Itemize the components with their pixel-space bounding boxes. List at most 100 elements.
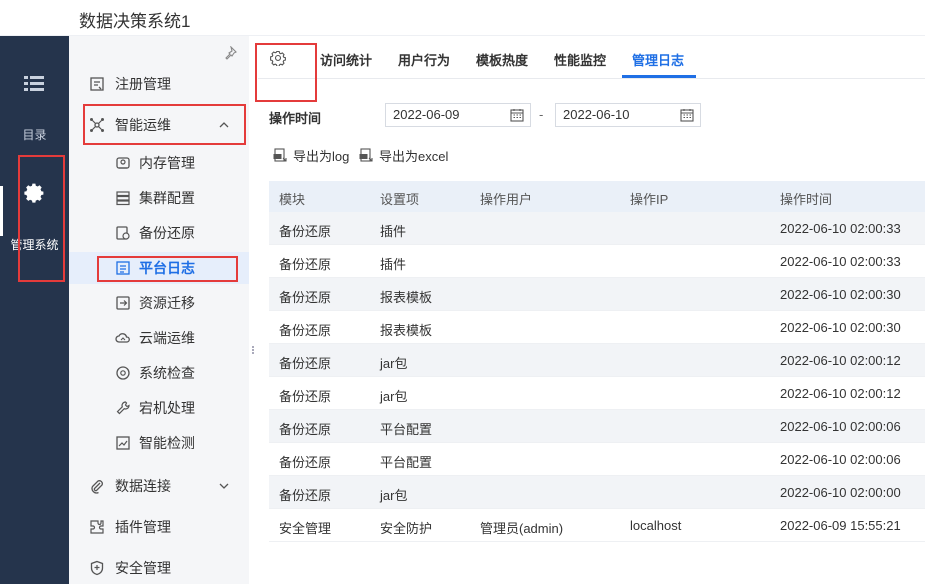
table-cell: 备份还原 <box>279 323 332 338</box>
table-row[interactable]: 备份还原 报表模板 2022-06-10 02:00:30 <box>269 311 925 344</box>
top-bar: 数据决策系统1 <box>0 0 925 36</box>
table-cell: 备份还原 <box>279 389 332 404</box>
sidebar-item-label: 系统检查 <box>139 365 195 381</box>
cluster-icon <box>116 191 130 206</box>
calendar-icon[interactable] <box>510 108 524 122</box>
table-row[interactable]: 备份还原 jar包 2022-06-10 02:00:12 <box>269 377 925 410</box>
table-cell: 备份还原 <box>279 356 332 371</box>
table-row[interactable]: 备份还原 jar包 2022-06-10 02:00:12 <box>269 344 925 377</box>
start-date-input[interactable]: 2022-06-09 <box>385 103 531 127</box>
sidebar-item-label: 宕机处理 <box>139 400 195 416</box>
table-cell: 报表模板 <box>380 323 433 338</box>
calendar-icon[interactable] <box>680 108 694 122</box>
table-cell: 管理员(admin) <box>480 521 564 536</box>
sidebar-item-label: 备份还原 <box>139 225 195 241</box>
table-cell: 2022-06-10 02:00:30 <box>780 287 901 302</box>
tab-user-behavior[interactable]: 用户行为 <box>398 50 450 69</box>
tab-visit-stats[interactable]: 访问统计 <box>320 50 372 69</box>
table-row[interactable]: 备份还原 jar包 2022-06-10 02:00:00 <box>269 476 925 509</box>
pin-icon[interactable] <box>223 46 237 60</box>
export-excel-button[interactable]: 导出为excel <box>359 146 448 165</box>
table-cell: 备份还原 <box>279 455 332 470</box>
sidebar-item-backup[interactable]: 备份还原 <box>69 217 249 249</box>
catalog-icon[interactable] <box>24 76 44 92</box>
end-date-value: 2022-06-10 <box>563 107 630 122</box>
rail-active-indicator <box>0 186 3 236</box>
monitor-icon <box>116 436 130 450</box>
column-header[interactable]: 操作用户 <box>480 189 532 208</box>
sidebar-item-register[interactable]: 注册管理 <box>69 68 249 100</box>
table-cell: jar包 <box>380 356 408 371</box>
start-date-value: 2022-06-09 <box>393 107 460 122</box>
sidebar-item-cluster[interactable]: 集群配置 <box>69 182 249 214</box>
export-log-label: 导出为log <box>293 149 350 164</box>
log-table: 模块 设置项 操作用户 操作IP 操作时间 备份还原 插件 2022-06-10 0… <box>269 181 925 542</box>
table-row[interactable]: 备份还原 平台配置 2022-06-10 02:00:06 <box>269 443 925 476</box>
table-cell: 2022-06-10 02:00:33 <box>780 254 901 269</box>
table-cell: 平台配置 <box>380 422 433 437</box>
export-excel-label: 导出为excel <box>379 149 449 164</box>
shield-icon <box>90 560 104 576</box>
table-row[interactable]: 备份还原 插件 2022-06-10 02:00:33 <box>269 245 925 278</box>
sidebar-item-memory[interactable]: 内存管理 <box>69 147 249 179</box>
table-header: 模块 设置项 操作用户 操作IP 操作时间 <box>269 181 925 212</box>
highlight-box-settings <box>255 43 317 102</box>
table-cell: jar包 <box>380 389 408 404</box>
sidebar-item-label: 注册管理 <box>115 76 171 92</box>
highlight-box-smart-ops <box>83 104 246 145</box>
column-header[interactable]: 操作IP <box>630 189 668 208</box>
table-cell: 平台配置 <box>380 455 433 470</box>
backup-icon <box>116 226 130 240</box>
sidebar-item-crash[interactable]: 宕机处理 <box>69 392 249 424</box>
table-cell: 安全防护 <box>380 521 433 536</box>
app-title: 数据决策系统1 <box>79 12 191 31</box>
tab-manage-log[interactable]: 管理日志 <box>632 50 684 69</box>
highlight-box-platform-log <box>97 256 238 282</box>
table-row[interactable]: 备份还原 报表模板 2022-06-10 02:00:30 <box>269 278 925 311</box>
end-date-input[interactable]: 2022-06-10 <box>555 103 701 127</box>
chevron-down-icon[interactable] <box>219 481 229 491</box>
plugin-icon <box>90 520 104 534</box>
column-header[interactable]: 设置项 <box>380 189 419 208</box>
table-body: 备份还原 插件 2022-06-10 02:00:33 备份还原 插件 2022-06-1… <box>269 212 925 542</box>
sidebar-item-label: 安全管理 <box>115 560 171 576</box>
sidebar-item-cloud[interactable]: 云端运维 <box>69 322 249 354</box>
sidebar-item-sys-check[interactable]: 系统检查 <box>69 357 249 389</box>
left-rail: 目录 管理系统 <box>0 36 69 584</box>
migrate-icon <box>116 296 130 310</box>
sidebar-item-security[interactable]: 安全管理 <box>69 552 249 584</box>
sidebar-item-data-connection[interactable]: 数据连接 <box>69 470 249 502</box>
sidebar-item-smart-detect[interactable]: 智能检测 <box>69 427 249 459</box>
table-cell: 2022-06-10 02:00:30 <box>780 320 901 335</box>
filter-label: 操作时间 <box>269 111 322 126</box>
table-cell: 2022-06-10 02:00:33 <box>780 221 901 236</box>
table-cell: 备份还原 <box>279 224 332 239</box>
rail-catalog-label[interactable]: 目录 <box>0 126 69 143</box>
export-excel-icon <box>359 148 373 162</box>
export-log-button[interactable]: 导出为log <box>273 146 349 165</box>
column-header[interactable]: 模块 <box>279 189 305 208</box>
sidebar-item-migrate[interactable]: 资源迁移 <box>69 287 249 319</box>
table-cell: 2022-06-10 02:00:12 <box>780 353 901 368</box>
table-cell: 2022-06-10 02:00:06 <box>780 452 901 467</box>
tab-performance[interactable]: 性能监控 <box>554 50 606 69</box>
sidebar-item-plugin[interactable]: 插件管理 <box>69 511 249 543</box>
table-cell: localhost <box>630 518 682 533</box>
table-cell: jar包 <box>380 488 408 503</box>
sidebar-item-label: 插件管理 <box>115 519 171 535</box>
table-cell: 备份还原 <box>279 422 332 437</box>
active-tab-underline <box>622 75 696 78</box>
panel-resize-handle[interactable] <box>250 345 256 359</box>
table-row[interactable]: 备份还原 插件 2022-06-10 02:00:33 <box>269 212 925 245</box>
table-row[interactable]: 备份还原 平台配置 2022-06-10 02:00:06 <box>269 410 925 443</box>
table-cell: 插件 <box>380 257 407 272</box>
check-icon <box>116 366 130 380</box>
wrench-icon <box>116 401 130 415</box>
table-cell: 备份还原 <box>279 290 332 305</box>
table-cell: 备份还原 <box>279 488 332 503</box>
date-separator: - <box>539 107 544 122</box>
tab-template-heat[interactable]: 模板热度 <box>476 50 528 69</box>
table-row[interactable]: 安全管理 安全防护 管理员(admin) localhost 2022-06-09 15… <box>269 509 925 542</box>
highlight-box-manage-system <box>18 155 65 282</box>
column-header[interactable]: 操作时间 <box>780 189 832 208</box>
